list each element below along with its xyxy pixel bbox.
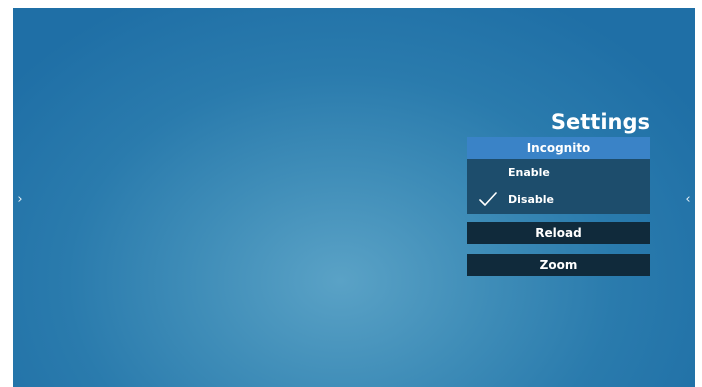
option-disable-label: Disable	[508, 193, 554, 206]
zoom-button[interactable]: Zoom	[467, 254, 650, 276]
app-screen: › ‹ Settings Incognito Enable Disable Re…	[13, 8, 695, 387]
incognito-header: Incognito	[467, 137, 650, 159]
settings-title: Settings	[550, 110, 650, 134]
option-enable[interactable]: Enable	[467, 160, 650, 186]
checkmark-icon	[479, 192, 497, 206]
option-disable[interactable]: Disable	[467, 187, 650, 213]
option-enable-label: Enable	[508, 166, 550, 179]
incognito-options: Enable Disable	[467, 159, 650, 214]
reload-button[interactable]: Reload	[467, 222, 650, 244]
chevron-left-icon[interactable]: ‹	[681, 193, 695, 209]
chevron-right-icon[interactable]: ›	[13, 193, 27, 209]
